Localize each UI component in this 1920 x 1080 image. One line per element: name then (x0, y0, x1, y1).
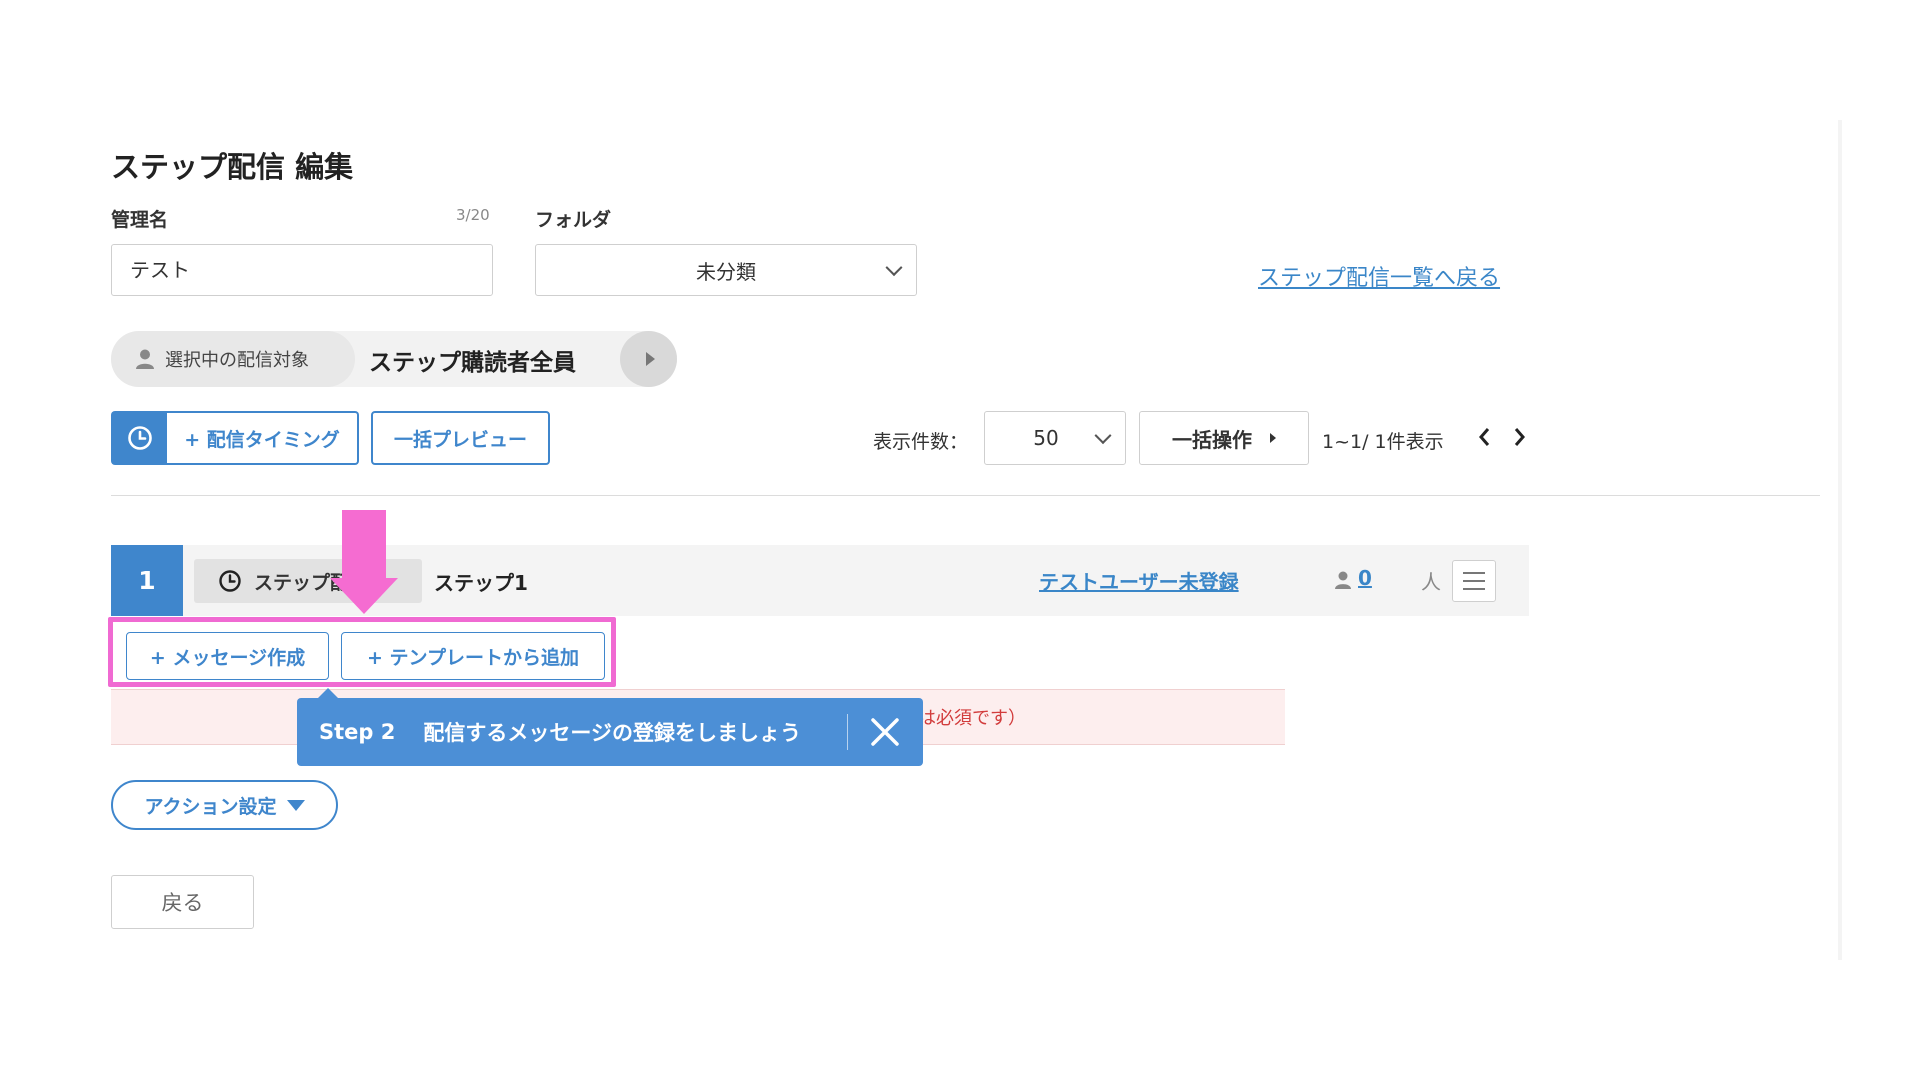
subscriber-count[interactable]: 0 (1358, 566, 1372, 590)
per-page-label: 表示件数： (873, 431, 969, 453)
clock-icon (219, 570, 241, 592)
chevron-right-icon (1514, 428, 1525, 446)
timing-clock-box (111, 411, 168, 465)
test-user-link[interactable]: テストユーザー未登録 (1039, 566, 1239, 595)
guide-tooltip: Step 2 配信するメッセージの登録をしましょう (297, 698, 923, 766)
bulk-ops-label: 一括操作 (1172, 427, 1252, 452)
action-settings-label: アクション設定 (144, 795, 277, 818)
person-icon (136, 349, 154, 369)
close-tooltip-button[interactable] (865, 712, 905, 752)
per-page-select[interactable]: 50 (984, 411, 1126, 465)
delivery-target-change-button[interactable] (620, 331, 677, 387)
folder-field-label: フォルダ (535, 209, 612, 231)
step-number: 1 (111, 545, 183, 616)
clock-icon (127, 426, 152, 450)
prev-page-button[interactable] (1474, 424, 1496, 450)
chevron-down-icon (885, 259, 903, 277)
back-to-list-link[interactable]: ステップ配信一覧へ戻る (1258, 260, 1500, 292)
highlight-frame (108, 617, 616, 687)
close-icon (871, 718, 899, 746)
back-button[interactable]: 戻る (111, 875, 254, 929)
bulk-ops-button[interactable]: 一括操作 (1139, 411, 1309, 465)
tooltip-divider (847, 714, 848, 750)
delivery-target-value: ステップ購読者全員 (369, 350, 576, 376)
hamburger-icon (1463, 572, 1485, 574)
delivery-target-label: 選択中の配信対象 (165, 350, 309, 371)
page-edge-shadow (1838, 120, 1842, 960)
next-page-button[interactable] (1508, 424, 1530, 450)
name-input[interactable]: テスト (111, 244, 493, 296)
tooltip-step-label: Step 2 (319, 720, 396, 744)
divider (111, 495, 1820, 496)
name-char-counter: 3/20 (456, 206, 490, 224)
caret-down-icon (286, 799, 305, 811)
step-name: ステップ1 (434, 571, 528, 595)
tooltip-caret (318, 688, 338, 698)
pagination-text: 1~1/ 1件表示 (1322, 431, 1444, 453)
pointer-arrow-icon (330, 578, 398, 614)
per-page-value: 50 (1033, 426, 1059, 450)
chevron-down-icon (1094, 427, 1112, 445)
folder-select-value: 未分類 (696, 259, 756, 284)
page-title: ステップ配信 編集 (111, 150, 354, 184)
add-timing-button[interactable]: + 配信タイミング (167, 411, 359, 465)
validation-alert-text: は必須です） (918, 708, 1026, 729)
person-icon (1334, 570, 1352, 594)
caret-right-icon (1270, 433, 1276, 443)
delivery-target-label-box: 選択中の配信対象 (111, 331, 355, 387)
step-menu-button[interactable] (1452, 560, 1496, 602)
folder-select[interactable]: 未分類 (535, 244, 917, 296)
bulk-preview-button[interactable]: 一括プレビュー (371, 411, 550, 465)
tooltip-text: 配信するメッセージの登録をしましょう (423, 721, 801, 745)
chevron-left-icon (1479, 428, 1490, 446)
name-field-label: 管理名 (111, 209, 169, 231)
action-settings-button[interactable]: アクション設定 (111, 780, 338, 830)
subscriber-count-unit: 人 (1421, 570, 1441, 594)
pointer-arrow-shaft (342, 510, 386, 580)
play-arrow-icon (646, 352, 655, 366)
